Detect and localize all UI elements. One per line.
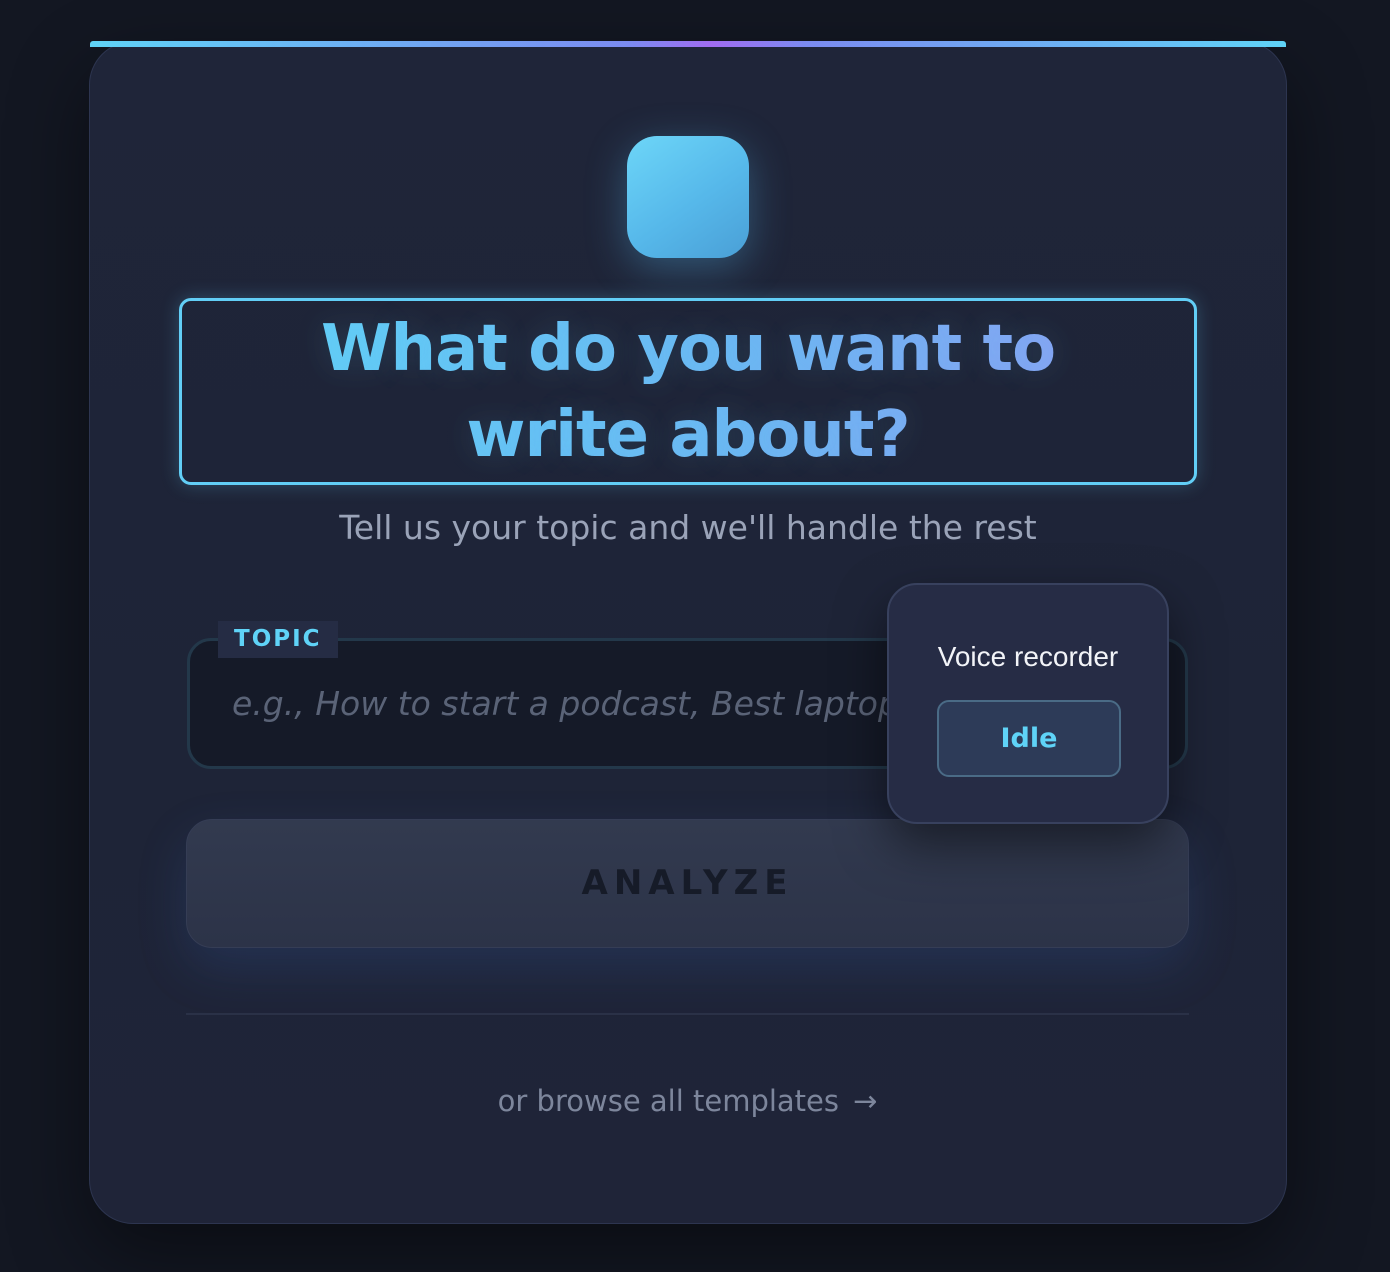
voice-recorder-panel: Voice recorder Idle (887, 583, 1169, 824)
page-subtitle: Tell us your topic and we'll handle the … (339, 508, 1037, 547)
arrow-right-icon: → (853, 1084, 878, 1118)
divider (186, 1013, 1189, 1015)
title-focus-box: What do you want to write about? (179, 298, 1197, 485)
card-accent-bar (90, 41, 1286, 47)
analyze-button[interactable]: ANALYZE (186, 819, 1189, 948)
voice-recorder-status-button[interactable]: Idle (937, 700, 1121, 777)
voice-recorder-title: Voice recorder (937, 641, 1119, 672)
browse-templates-link[interactable]: or browse all templates → (186, 1084, 1189, 1118)
topic-label: TOPIC (218, 621, 338, 658)
page-title: What do you want to write about? (182, 306, 1194, 478)
app-logo-icon (627, 136, 749, 258)
browse-templates-label: or browse all templates (497, 1084, 840, 1118)
